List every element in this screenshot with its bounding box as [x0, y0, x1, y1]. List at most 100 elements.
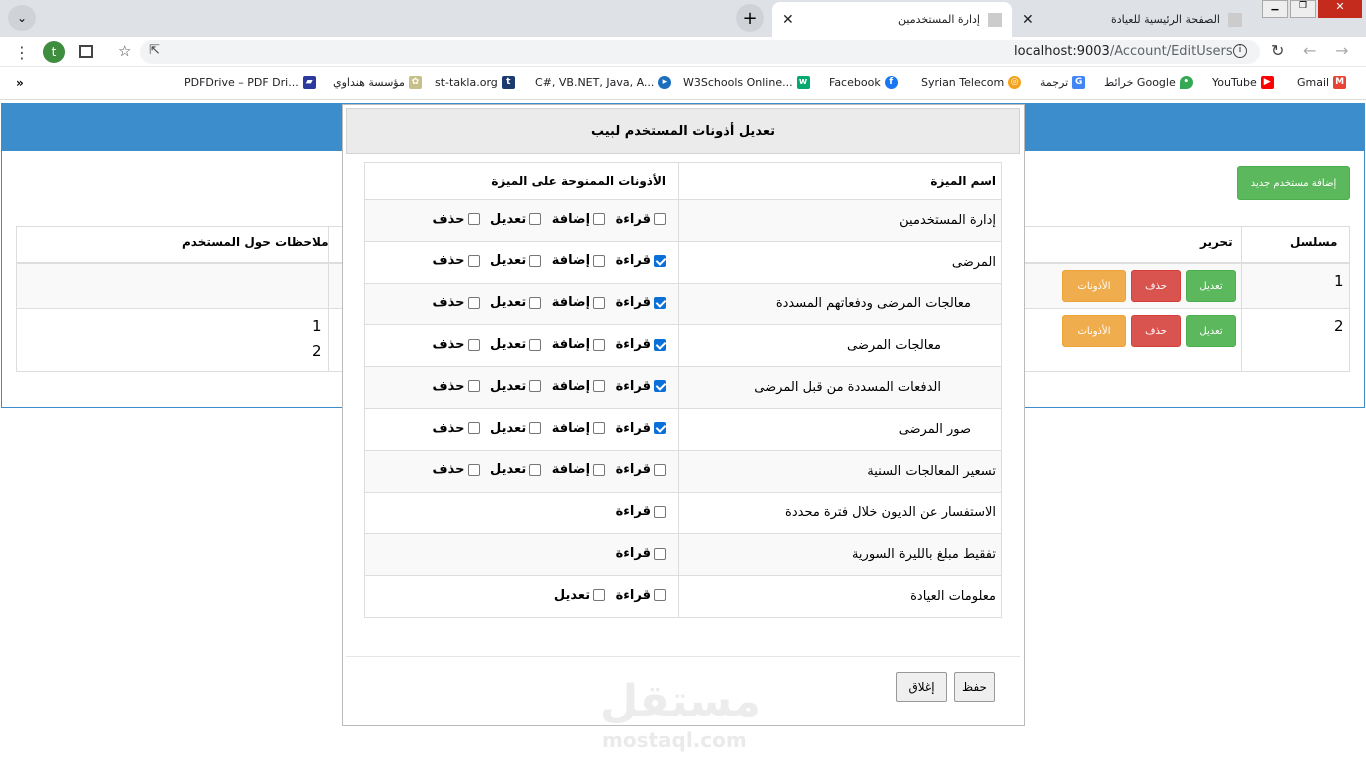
table-row: معلومات العيادة قراءة تعديل [364, 575, 1002, 618]
bookmark-st-takla[interactable]: st-takla.org t [435, 76, 515, 89]
new-tab-button[interactable]: + [736, 4, 764, 32]
add-user-button[interactable]: إضافة مستخدم جديد [1237, 166, 1350, 200]
feature-name: معلومات العيادة [678, 575, 1002, 618]
edit-checkbox[interactable] [529, 338, 542, 351]
table-row: الدفعات المسددة من قبل المرضى قراءة إضاف… [364, 366, 1002, 409]
tab-edit-users[interactable]: إدارة المستخدمين ✕ [772, 2, 1012, 37]
bookmark-w3schools[interactable]: W3Schools Online... w [683, 76, 810, 89]
close-window-button[interactable]: ✕ [1318, 0, 1362, 18]
delete-checkbox[interactable] [467, 422, 480, 435]
add-checkbox[interactable] [593, 338, 606, 351]
read-checkbox[interactable] [654, 422, 666, 435]
close-tab-icon[interactable]: ✕ [782, 12, 794, 28]
read-checkbox[interactable] [654, 296, 666, 309]
syrian-telecom-icon: ◎ [1008, 76, 1022, 89]
bookmark-csharp[interactable]: C#, VB.NET, Java, A... ▸ [535, 76, 672, 89]
edit-checkbox[interactable] [529, 213, 542, 226]
facebook-icon: f [884, 76, 898, 89]
add-checkbox[interactable] [593, 254, 606, 267]
permissions-column-header: الأذونات الممنوحة على الميزة [364, 162, 679, 200]
url-text[interactable]: localhost:9003/Account/EditUsers [1014, 44, 1233, 59]
delete-user-button[interactable]: حذف [1131, 270, 1181, 302]
delete-checkbox[interactable] [467, 296, 480, 309]
bookmark-youtube[interactable]: YouTube ▶ [1212, 76, 1274, 89]
bookmark-maps[interactable]: خرائط Google • [1104, 76, 1193, 89]
forward-icon[interactable]: ← [1303, 41, 1316, 60]
delete-user-button[interactable]: حذف [1131, 315, 1181, 347]
bookmark-translate[interactable]: ترجمة G [1040, 76, 1086, 89]
edit-column-header: تحرير [1200, 235, 1233, 249]
watermark-text: mostaql.com [602, 728, 747, 752]
edit-checkbox[interactable] [529, 380, 542, 393]
bookmark-syrian-telecom[interactable]: Syrian Telecom ◎ [921, 76, 1022, 89]
avatar[interactable]: t [43, 41, 65, 63]
feature-name: المرضى [678, 240, 1002, 284]
edit-checkbox[interactable] [529, 296, 542, 309]
feature-name: صور المرضى [678, 407, 1002, 451]
add-checkbox[interactable] [593, 463, 606, 476]
delete-checkbox[interactable] [467, 338, 480, 351]
delete-checkbox[interactable] [467, 254, 480, 267]
page-favicon-icon [988, 12, 1002, 27]
read-checkbox[interactable] [654, 589, 666, 602]
csharp-icon: ▸ [658, 76, 672, 89]
site-info-icon[interactable]: i [1233, 44, 1247, 58]
reload-icon[interactable]: ↻ [1271, 41, 1284, 60]
w3schools-icon: w [796, 76, 810, 89]
serial-column-header: مسلسل [1290, 235, 1338, 249]
share-icon[interactable]: ⇱ [149, 43, 160, 58]
minimize-window-button[interactable]: ▁ [1262, 0, 1288, 18]
menu-icon[interactable]: ⋮ [14, 43, 30, 62]
add-checkbox[interactable] [593, 213, 606, 226]
delete-checkbox[interactable] [467, 213, 480, 226]
add-checkbox[interactable] [593, 422, 606, 435]
add-checkbox[interactable] [593, 380, 606, 393]
save-button[interactable]: حفظ [954, 672, 995, 702]
table-row: إدارة المستخدمين قراءة إضافة تعديل حذف [364, 199, 1002, 242]
feature-name: معالجات المرضى [678, 324, 1002, 368]
permissions-button[interactable]: الأذونات [1062, 315, 1126, 347]
edit-checkbox[interactable] [529, 463, 542, 476]
read-checkbox[interactable] [654, 463, 666, 476]
tab-home[interactable]: الصفحة الرئيسية للعيادة ✕ [1012, 2, 1252, 37]
edit-user-button[interactable]: تعديل [1186, 315, 1236, 347]
table-row: تفقيط مبلغ بالليرة السورية قراءة [364, 533, 1002, 577]
read-checkbox[interactable] [654, 338, 666, 351]
read-checkbox[interactable] [654, 505, 666, 518]
delete-checkbox[interactable] [467, 380, 480, 393]
table-row: المرضى قراءة إضافة تعديل حذف [364, 240, 1002, 284]
back-icon[interactable]: → [1335, 41, 1348, 60]
feature-column-header: اسم الميزة [678, 162, 1002, 200]
bookmark-gmail[interactable]: Gmail M [1297, 76, 1347, 89]
edit-checkbox[interactable] [529, 422, 542, 435]
read-checkbox[interactable] [654, 213, 666, 226]
edit-user-button[interactable]: تعديل [1186, 270, 1236, 302]
maps-icon: • [1179, 76, 1193, 89]
edit-checkbox[interactable] [529, 254, 542, 267]
edit-checkbox[interactable] [593, 589, 606, 602]
close-button[interactable]: إغلاق [896, 672, 947, 702]
read-checkbox[interactable] [654, 547, 666, 560]
col-divider [1241, 227, 1242, 371]
bookmark-pdfdrive[interactable]: PDFDrive – PDF Dri... ▰ [184, 76, 316, 89]
feature-name: تفقيط مبلغ بالليرة السورية [678, 533, 1002, 577]
table-row: معالجات المرضى ودفعاتهم المسددة قراءة إض… [364, 282, 1002, 326]
bookmark-hindawi[interactable]: مؤسسة هنداوي ✿ [333, 76, 422, 89]
permissions-button[interactable]: الأذونات [1062, 270, 1126, 302]
read-checkbox[interactable] [654, 380, 666, 393]
feature-name: إدارة المستخدمين [678, 199, 1002, 242]
add-checkbox[interactable] [593, 296, 606, 309]
youtube-icon: ▶ [1260, 76, 1274, 89]
modal-title: تعديل أذونات المستخدم لبيب [346, 108, 1020, 154]
watermark-logo: مستقل [600, 676, 761, 727]
bookmark-facebook[interactable]: Facebook f [829, 76, 898, 89]
maximize-window-button[interactable]: ❐ [1290, 0, 1316, 18]
tab-search-button[interactable]: ⌄ [8, 5, 36, 31]
feature-name: معالجات المرضى ودفعاتهم المسددة [678, 282, 1002, 326]
close-tab-icon[interactable]: ✕ [1022, 12, 1034, 28]
side-panel-icon[interactable] [79, 45, 93, 58]
bookmark-star-icon[interactable]: ☆ [118, 42, 131, 60]
delete-checkbox[interactable] [467, 463, 480, 476]
more-bookmarks-icon[interactable]: » [16, 76, 24, 90]
read-checkbox[interactable] [654, 254, 666, 267]
